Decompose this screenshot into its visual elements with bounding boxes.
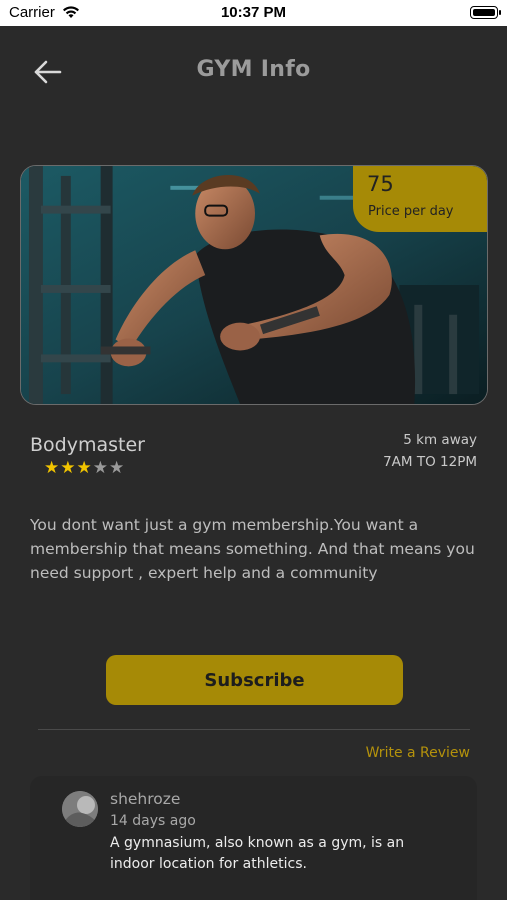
- subscribe-button[interactable]: Subscribe: [106, 655, 403, 705]
- star-icon: ★: [60, 458, 77, 478]
- review-card: shehroze 14 days ago A gymnasium, also k…: [30, 776, 477, 900]
- opening-hours: 7AM TO 12PM: [383, 454, 477, 470]
- gym-name: Bodymaster: [30, 434, 145, 456]
- rating-stars: ★★★★★: [44, 458, 125, 478]
- battery-icon: [470, 6, 501, 19]
- divider: [38, 729, 470, 730]
- price-badge: 75 Price per day: [353, 166, 487, 232]
- gym-description: You dont want just a gym membership.You …: [30, 516, 475, 582]
- review-date: 14 days ago: [110, 813, 196, 829]
- page-title: GYM Info: [196, 57, 311, 82]
- user-avatar-icon: [62, 791, 98, 827]
- price-value: 75: [367, 172, 394, 196]
- avatar: [62, 791, 98, 827]
- write-review-link[interactable]: Write a Review: [366, 745, 470, 761]
- reviewer-name: shehroze: [110, 790, 181, 808]
- star-icon: ★: [76, 458, 93, 478]
- distance-label: 5 km away: [403, 432, 477, 448]
- star-icon: ★: [92, 458, 109, 478]
- review-text: A gymnasium, also known as a gym, is an …: [110, 835, 405, 872]
- price-label: Price per day: [368, 204, 454, 219]
- status-bar: Carrier 10:37 PM: [0, 0, 507, 26]
- star-icon: ★: [109, 458, 126, 478]
- star-icon: ★: [44, 458, 61, 478]
- gym-hero-image: 75 Price per day: [20, 165, 488, 405]
- clock: 10:37 PM: [220, 4, 287, 21]
